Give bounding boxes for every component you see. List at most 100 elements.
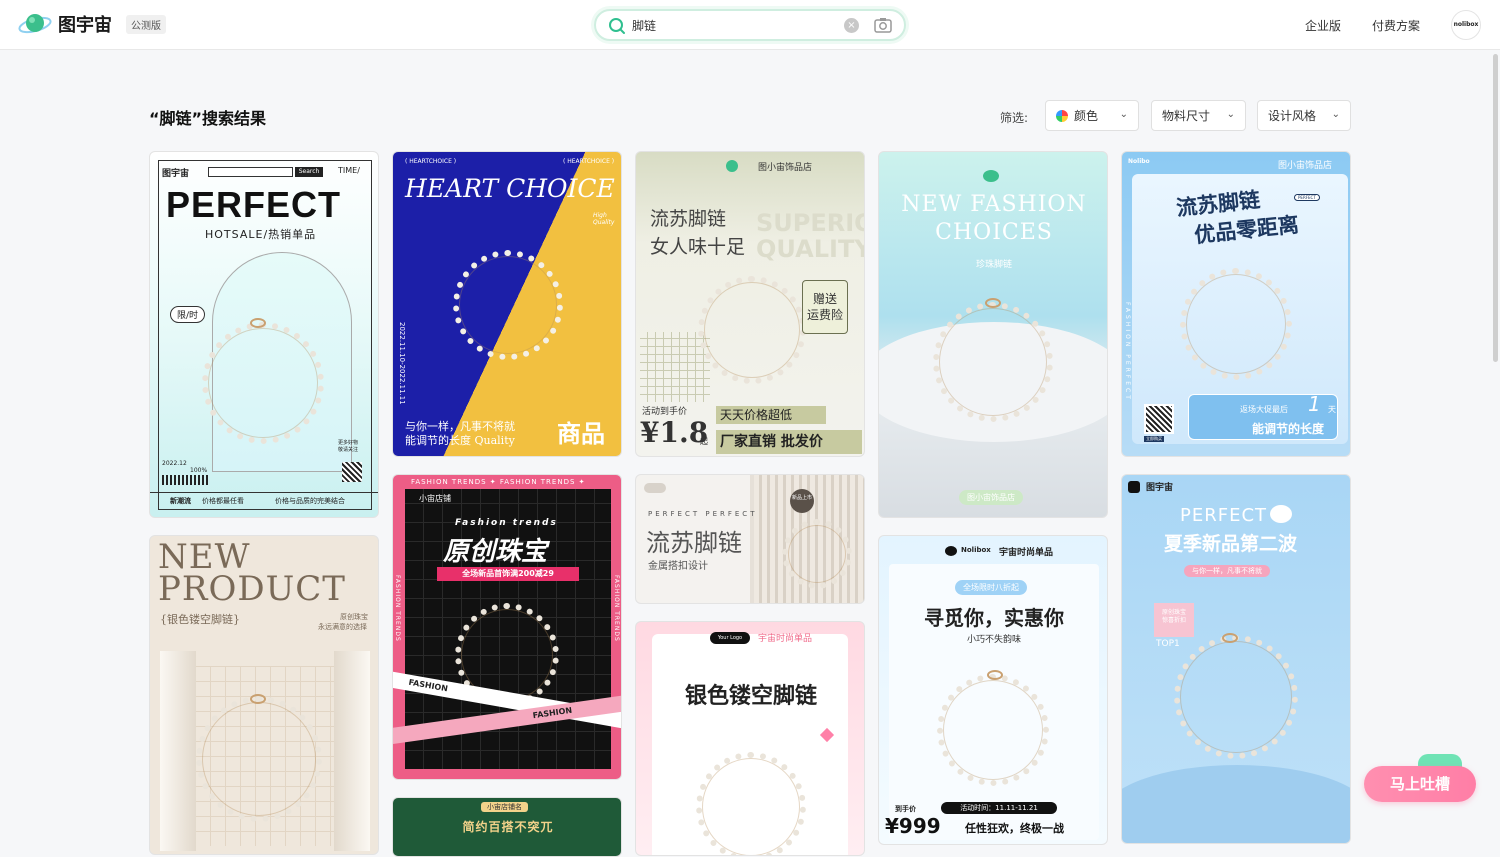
card-promo: 全场新品首饰满200减29 bbox=[437, 567, 579, 581]
card-logo: Your Logo bbox=[710, 632, 750, 644]
card-tag-1: 原创珠宝 bbox=[1161, 609, 1186, 616]
bracelet-image bbox=[782, 519, 852, 589]
card-brand: 图宇宙 bbox=[1146, 483, 1174, 493]
filter-style[interactable]: 设计风格 ⌄ bbox=[1257, 100, 1351, 131]
template-card[interactable]: NEW PRODUCT {银色镂空脚链} 原创珠宝 永远满意的选择 bbox=[149, 535, 379, 855]
bracelet-image bbox=[933, 302, 1053, 422]
card-tag-2: 惊喜折扣 bbox=[1161, 617, 1186, 624]
filter-size[interactable]: 物料尺寸 ⌄ bbox=[1151, 100, 1246, 131]
clear-search-icon[interactable]: × bbox=[844, 18, 859, 33]
card-title: NEW FASHION bbox=[901, 192, 1087, 217]
card-title: PERFECT bbox=[166, 184, 342, 225]
planet-icon bbox=[726, 160, 738, 172]
card-promo-day: 天 bbox=[1328, 405, 1336, 414]
planet-logo-icon bbox=[18, 14, 52, 34]
card-subtitle: 珍珠脚链 bbox=[975, 260, 1012, 270]
card-tag-box: 原创珠宝 惊喜折扣 bbox=[1154, 603, 1194, 637]
search-box[interactable]: × bbox=[594, 9, 906, 41]
bracelet-clasp bbox=[250, 318, 266, 328]
card-subtitle: 小巧不失韵味 bbox=[966, 635, 1021, 645]
template-card[interactable]: Your Logo 宇宙时尚单品 银色镂空脚链 bbox=[635, 621, 865, 856]
bracelet-clasp bbox=[250, 694, 266, 704]
card-right-1: 原创珠宝 bbox=[340, 613, 368, 621]
qr-code-icon bbox=[1144, 404, 1174, 434]
card-brand: Nolibo bbox=[1128, 158, 1150, 165]
card-subtitle: 金属搭扣设计 bbox=[648, 561, 708, 572]
card-time: 活动时间：11.11-11.21 bbox=[941, 802, 1057, 814]
bracelet-image bbox=[1180, 268, 1292, 380]
template-card[interactable]: NEW FASHION CHOICES 珍珠脚链 图小宙饰品店 bbox=[878, 151, 1108, 518]
card-title: HEART CHOICE bbox=[405, 174, 615, 203]
gift-badge-1: 赠送 bbox=[812, 292, 837, 306]
logo[interactable]: 图宇宙 公测版 bbox=[18, 11, 166, 37]
gift-badge: 赠送 运费险 bbox=[802, 280, 848, 334]
card-big-text: 商品 bbox=[557, 419, 605, 448]
card-shop: 宇宙时尚单品 bbox=[999, 548, 1054, 558]
card-date: 2022.12 bbox=[162, 460, 187, 467]
template-card[interactable]: Nolibox 宇宙时尚单品 全场限时八折起 寻觅你，实惠你 小巧不失韵味 到手… bbox=[878, 535, 1108, 845]
card-title: 流苏脚链 bbox=[650, 208, 727, 230]
search-icon[interactable] bbox=[608, 17, 626, 35]
camera-icon[interactable] bbox=[874, 16, 892, 34]
pillar-right bbox=[334, 651, 370, 851]
filter-style-label: 设计风格 bbox=[1268, 109, 1317, 123]
feedback-button[interactable]: 马上吐槽 bbox=[1364, 766, 1476, 802]
card-brand: 图宇宙 bbox=[162, 169, 190, 179]
bracelet-image bbox=[696, 752, 806, 855]
logo-text: 图宇宙 bbox=[58, 15, 112, 36]
card-side-text-2: FASHION TRENDS bbox=[613, 575, 620, 642]
card-time: TIME/ bbox=[338, 166, 360, 175]
card-title: 银色镂空脚链 bbox=[684, 683, 817, 709]
template-card[interactable]: PERFECT PERFECT 流苏脚链 金属搭扣设计 新品上市 bbox=[635, 474, 865, 604]
template-card[interactable]: 图宇宙 PERFECT 夏季新品第二波 与你一样，凡事不将就 原创珠宝 惊喜折扣… bbox=[1121, 474, 1351, 844]
bracelet-image bbox=[937, 674, 1049, 786]
card-title-2: 夏季新品第二波 bbox=[1164, 533, 1298, 555]
card-perfect-badge: PERFECT bbox=[1294, 194, 1320, 201]
template-card[interactable]: 图宇宙 Search TIME/ PERFECT HOTSALE/热销单品 限/… bbox=[149, 151, 379, 518]
filter-size-label: 物料尺寸 bbox=[1162, 109, 1211, 123]
card-footer-b: 价格都最任看 bbox=[202, 497, 244, 505]
template-card[interactable]: Nolibo 图小宙饰品店 流苏脚链 优品零距离 PERFECT FASHION… bbox=[1121, 151, 1351, 457]
card-shop: 小宙店铺 bbox=[419, 494, 451, 503]
card-title-2: CHOICES bbox=[935, 220, 1053, 245]
card-price-label: 到手价 bbox=[895, 805, 916, 813]
card-promo: 返场大促最后 bbox=[1240, 405, 1288, 414]
card-pill: 与你一样，凡事不将就 bbox=[1184, 565, 1270, 577]
template-card[interactable]: 图小宙饰品店 SUPERIOR QUALITY 流苏脚链 女人味十足 赠送 运费… bbox=[635, 151, 865, 457]
card-qr-label: 立即购买 bbox=[1144, 436, 1164, 442]
search-input[interactable] bbox=[632, 15, 832, 35]
card-tag-1: 天天价格超低 bbox=[716, 406, 826, 424]
chevron-down-icon: ⌄ bbox=[1226, 109, 1235, 120]
card-subtitle: HOTSALE/热销单品 bbox=[205, 228, 317, 241]
nav-pricing[interactable]: 付费方案 bbox=[1372, 17, 1420, 34]
card-shop: 图小宙饰品店 bbox=[959, 490, 1023, 505]
card-promo-num: 1 bbox=[1308, 392, 1321, 416]
filter-color[interactable]: 颜色 ⌄ bbox=[1045, 100, 1139, 131]
pillar-left bbox=[160, 651, 196, 851]
filter-label: 筛选: bbox=[1000, 111, 1029, 125]
card-title: PERFECT bbox=[1180, 505, 1268, 526]
template-card[interactable]: 小宙店铺名 简约百搭不突兀 bbox=[392, 797, 622, 857]
card-divider bbox=[150, 492, 378, 493]
card-ft: Fashion trends bbox=[455, 518, 558, 528]
nav-enterprise[interactable]: 企业版 bbox=[1305, 17, 1341, 34]
template-card[interactable]: ( HEARTCHOICE ) ( HEARTCHOICE ) HEART CH… bbox=[392, 151, 622, 457]
card-top-left: ( HEARTCHOICE ) bbox=[405, 158, 457, 165]
card-title: 原创珠宝 bbox=[443, 537, 548, 567]
card-slogan: 任性狂欢，终极一战 bbox=[965, 822, 1064, 835]
card-right-2: 永远满意的选择 bbox=[318, 623, 367, 631]
planet-icon bbox=[983, 170, 999, 182]
avatar[interactable]: nolibox bbox=[1451, 10, 1481, 40]
card-title: 流苏脚链 bbox=[646, 529, 742, 557]
card-top-right: ( HEARTCHOICE ) bbox=[563, 158, 615, 165]
card-brand: Nolibox bbox=[961, 546, 991, 554]
card-side-text: FASHION TRENDS bbox=[394, 575, 401, 642]
podium bbox=[1122, 765, 1350, 843]
card-side-text: FASHION PERFECT bbox=[1124, 302, 1131, 402]
template-card[interactable]: FASHION TRENDS ✦ FASHION TRENDS ✦ 小宙店铺 F… bbox=[392, 474, 622, 780]
card-shop: 图小宙饰品店 bbox=[758, 163, 813, 173]
card-top-label: TOP1 bbox=[1156, 639, 1180, 649]
filter-color-label: 颜色 bbox=[1074, 109, 1099, 123]
scrollbar[interactable] bbox=[1493, 54, 1498, 362]
chat-bubble-icon bbox=[1270, 505, 1292, 523]
